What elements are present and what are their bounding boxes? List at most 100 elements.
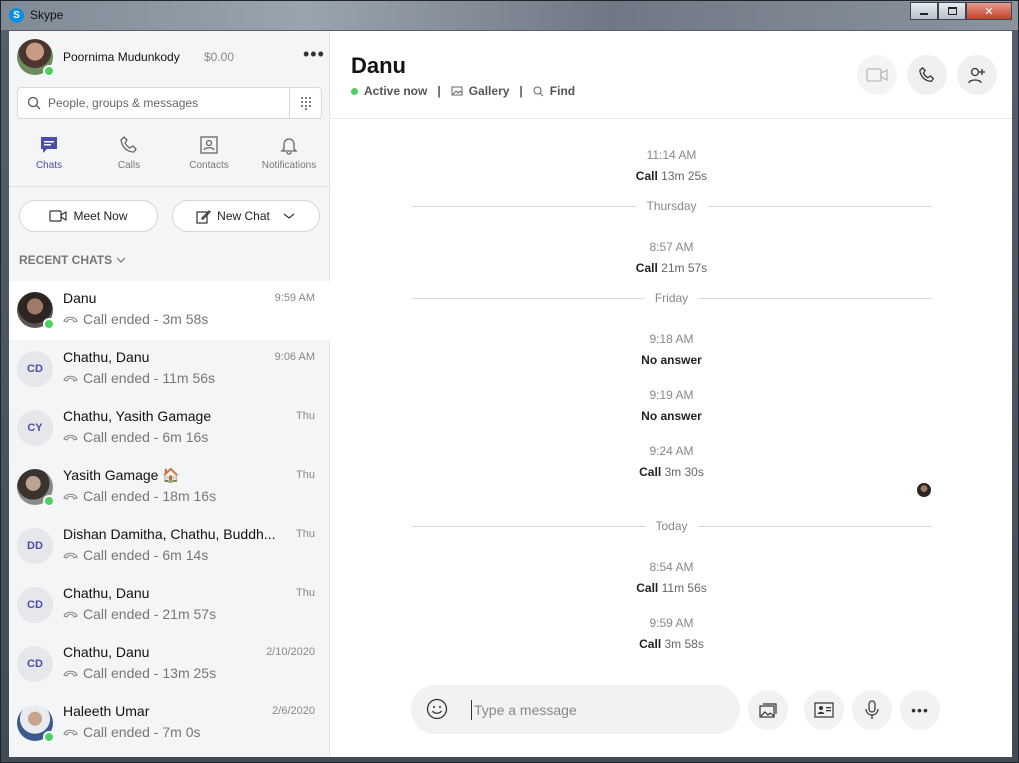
chat-time: 2/10/2020 xyxy=(266,646,315,658)
send-contact-button[interactable] xyxy=(804,690,844,730)
more-composer-options-button[interactable]: ••• xyxy=(900,690,940,730)
call-ended-icon xyxy=(63,493,78,500)
compose-icon xyxy=(196,209,212,224)
message-body: Call 13m 25s xyxy=(331,169,1012,183)
recent-chats-header[interactable]: RECENT CHATS xyxy=(19,253,126,267)
avatar: CD xyxy=(17,646,53,682)
close-button[interactable]: ✕ xyxy=(966,2,1012,20)
title-bar[interactable]: S Skype ✕ xyxy=(1,1,1018,30)
avatar xyxy=(17,469,55,507)
call-ended-icon xyxy=(63,316,78,323)
chat-name: Chathu, Danu xyxy=(63,585,150,601)
message-body: Call 3m 30s xyxy=(331,465,1012,479)
profile-name[interactable]: Poornima Mudunkody xyxy=(63,50,180,64)
image-icon xyxy=(759,703,777,718)
message-item[interactable]: 9:59 AM Call 3m 58s xyxy=(331,616,1012,651)
audio-call-button[interactable] xyxy=(907,55,947,95)
voice-message-button[interactable] xyxy=(852,690,892,730)
video-camera-icon xyxy=(866,68,888,82)
avatar xyxy=(17,292,55,330)
message-item[interactable]: 11:14 AM Call 13m 25s xyxy=(331,148,1012,183)
tab-chats[interactable]: Chats xyxy=(9,135,89,185)
message-body: Call 3m 58s xyxy=(331,637,1012,651)
chat-item-haleeth[interactable]: Haleeth Umar 2/6/2020 Call ended - 7m 0s xyxy=(9,694,330,753)
app-window: S Skype ✕ Poornima Mudunkody $0.00 ••• P… xyxy=(0,0,1019,763)
day-label: Thursday xyxy=(636,199,707,213)
call-ended-icon xyxy=(63,434,78,441)
minimize-button[interactable] xyxy=(910,2,938,20)
chat-item-chathu-danu[interactable]: CD Chathu, Danu 9:06 AM Call ended - 11m… xyxy=(9,340,330,399)
message-input[interactable] xyxy=(471,700,721,720)
share-media-button[interactable] xyxy=(748,690,788,730)
chat-preview: Call ended - 6m 14s xyxy=(63,547,208,563)
tab-notifications-label: Notifications xyxy=(261,160,317,171)
message-item[interactable]: 9:24 AM Call 3m 30s xyxy=(331,444,1012,479)
chat-preview: Call ended - 7m 0s xyxy=(63,724,201,740)
dialpad-icon xyxy=(300,97,311,110)
chat-item-chathu-yasith[interactable]: CY Chathu, Yasith Gamage Thu Call ended … xyxy=(9,399,330,458)
avatar: CD xyxy=(17,351,53,387)
message-time: 11:14 AM xyxy=(646,148,697,162)
skype-logo-icon: S xyxy=(9,8,24,23)
chat-name: Dishan Damitha, Chathu, Buddh... xyxy=(63,526,276,542)
emoji-icon[interactable] xyxy=(426,698,448,720)
message-detail: 13m 25s xyxy=(661,169,708,183)
search-icon xyxy=(27,96,41,110)
meet-now-button[interactable]: Meet Now xyxy=(19,200,158,232)
skype-credit[interactable]: $0.00 xyxy=(204,50,234,64)
message-item[interactable]: 8:57 AM Call 21m 57s xyxy=(331,240,1012,275)
dialpad-button[interactable] xyxy=(289,88,321,118)
app-client: Poornima Mudunkody $0.00 ••• Chats Cal xyxy=(9,31,1012,757)
chat-preview: Call ended - 13m 25s xyxy=(63,665,216,681)
presence-online-icon xyxy=(43,495,55,507)
add-people-button[interactable] xyxy=(957,55,997,95)
avatar xyxy=(17,705,55,743)
chat-item-chathu-danu-3[interactable]: CD Chathu, Danu 2/10/2020 Call ended - 1… xyxy=(9,635,330,694)
conversation-header: Danu Active now | Gallery | Find xyxy=(331,31,1012,119)
status-text: Active now xyxy=(364,84,428,98)
more-options-icon[interactable]: ••• xyxy=(303,45,325,63)
message-detail: 11m 56s xyxy=(661,581,707,595)
message-item[interactable]: 9:18 AM No answer xyxy=(331,332,1012,367)
chat-bubble-icon xyxy=(41,137,57,153)
search-input[interactable] xyxy=(48,94,288,112)
tab-calls[interactable]: Calls xyxy=(89,135,169,185)
conversation-meta: Active now | Gallery | Find xyxy=(351,84,575,98)
chat-time: Thu xyxy=(296,587,315,599)
chat-item-danu[interactable]: Danu 9:59 AM Call ended - 3m 58s xyxy=(9,281,330,340)
call-ended-icon xyxy=(63,729,78,736)
tab-notifications[interactable]: Notifications xyxy=(249,135,329,185)
find-link[interactable]: Find xyxy=(550,84,575,98)
avatar-initials: DD xyxy=(17,528,53,564)
sidebar: Poornima Mudunkody $0.00 ••• Chats Cal xyxy=(9,31,330,757)
message-history[interactable]: 11:14 AM Call 13m 25s Thursday 8:57 AM C… xyxy=(331,120,1012,680)
gallery-link[interactable]: Gallery xyxy=(469,84,510,98)
video-plus-icon xyxy=(49,210,68,222)
profile-header[interactable]: Poornima Mudunkody $0.00 ••• xyxy=(17,39,327,79)
message-item[interactable]: 8:54 AM Call 11m 56s xyxy=(331,560,1012,595)
chat-preview-text: Call ended - 7m 0s xyxy=(83,724,201,740)
chat-item-dishan-group[interactable]: DD Dishan Damitha, Chathu, Buddh... Thu … xyxy=(9,517,330,576)
message-composer xyxy=(411,685,740,734)
video-call-button[interactable] xyxy=(857,55,897,95)
message-detail: 3m 58s xyxy=(664,637,704,651)
tab-contacts[interactable]: Contacts xyxy=(169,135,249,185)
contact-name[interactable]: Danu xyxy=(351,53,406,79)
message-body: Call 11m 56s xyxy=(331,581,1012,595)
phone-icon xyxy=(919,66,935,82)
message-label: Call xyxy=(635,169,658,183)
day-separator: Friday xyxy=(411,291,932,305)
avatar-initials: CD xyxy=(17,646,53,682)
avatar[interactable] xyxy=(17,39,55,77)
maximize-button[interactable] xyxy=(938,2,966,20)
chat-item-yasith[interactable]: Yasith Gamage 🏠 Thu Call ended - 18m 16s xyxy=(9,458,330,517)
avatar: DD xyxy=(17,528,53,564)
more-options-icon: ••• xyxy=(911,702,929,718)
chat-preview-text: Call ended - 3m 58s xyxy=(83,311,209,327)
chevron-down-icon[interactable] xyxy=(282,211,296,221)
new-chat-button[interactable]: New Chat xyxy=(172,200,320,232)
chat-item-chathu-danu-2[interactable]: CD Chathu, Danu Thu Call ended - 21m 57s xyxy=(9,576,330,635)
message-time: 9:24 AM xyxy=(649,444,694,458)
nav-tabs: Chats Calls Contacts Notifications xyxy=(9,135,330,185)
message-item[interactable]: 9:19 AM No answer xyxy=(331,388,1012,423)
